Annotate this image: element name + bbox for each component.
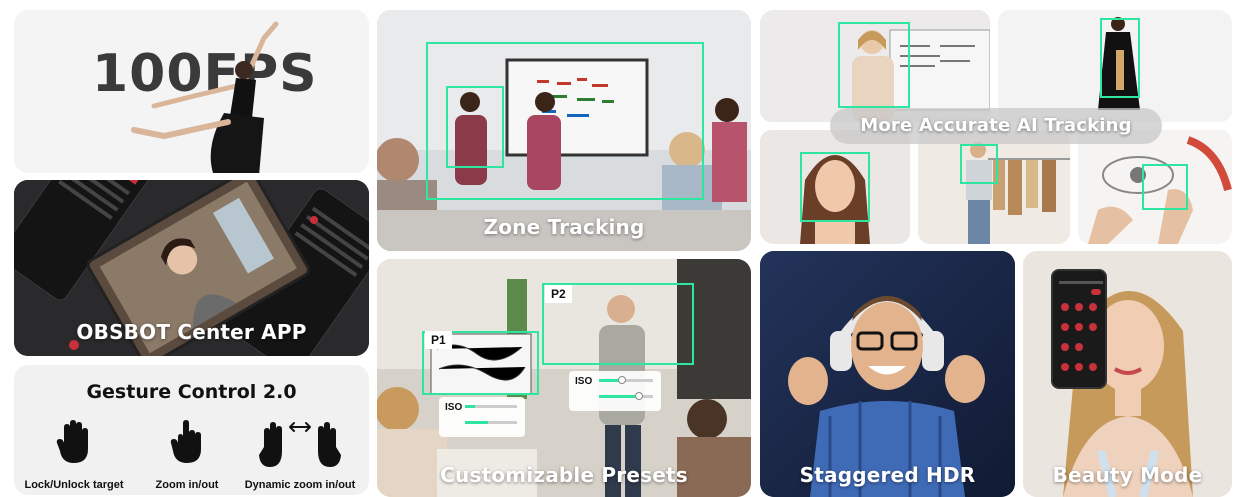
gesture-item-lock: Lock/Unlock target xyxy=(24,419,124,491)
iso-panel-1: ISO xyxy=(439,397,525,437)
gesture-label-dynamic: Dynamic zoom in/out xyxy=(244,479,356,491)
preset-p1-label: P1 xyxy=(425,331,452,349)
iso-slider-2b-thumb[interactable] xyxy=(634,392,643,400)
ai-caption-pill: More Accurate AI Tracking xyxy=(830,108,1162,144)
gesture-label-lock: Lock/Unlock target xyxy=(24,479,124,491)
beauty-toggle[interactable] xyxy=(1091,289,1101,295)
two-hands-zoom-icon xyxy=(259,422,341,467)
pointing-hand-icon xyxy=(170,420,201,463)
iso-slider-1-track[interactable] xyxy=(465,405,517,408)
rack-tracking-box xyxy=(960,144,998,184)
iso-slider-1b-track[interactable] xyxy=(465,421,517,424)
presenter-tracking-box xyxy=(838,22,910,108)
iso-label-1: ISO xyxy=(445,402,463,413)
beauty-tile: Beauty Mode xyxy=(1023,251,1232,497)
model-tracking-box xyxy=(1100,18,1140,98)
hdr-tile: Staggered HDR xyxy=(760,251,1015,497)
ai-photo-drawing xyxy=(1078,130,1232,244)
ai-photo-model xyxy=(998,10,1232,122)
iso-label-2: ISO xyxy=(575,376,593,387)
ballet-dancer-figure xyxy=(131,21,279,173)
gesture-item-dynamic-zoom: Dynamic zoom in/out xyxy=(245,419,355,491)
beauty-phone-mockup xyxy=(1051,269,1107,389)
ai-caption: More Accurate AI Tracking xyxy=(860,115,1132,136)
zone-caption: Zone Tracking xyxy=(483,215,645,239)
ai-photo-face xyxy=(760,130,910,244)
hdr-caption: Staggered HDR xyxy=(799,463,976,487)
fps-tile: 100FPS xyxy=(14,10,369,173)
gesture-title: Gesture Control 2.0 xyxy=(86,381,297,403)
raised-hand-icon xyxy=(56,420,88,463)
ai-tracking-tile: More Accurate AI Tracking xyxy=(760,10,1232,244)
hdr-gamer-scene xyxy=(760,251,1015,497)
person-tracking-box xyxy=(446,86,504,168)
presets-caption: Customizable Presets xyxy=(440,463,688,487)
iso-slider-2-track[interactable] xyxy=(599,376,653,384)
iso-slider-2b-track[interactable] xyxy=(599,392,653,400)
face-tracking-box xyxy=(800,152,870,222)
iso-panel-2: ISO xyxy=(569,371,661,411)
preset-p2-label: P2 xyxy=(545,285,572,303)
zone-tracking-tile: Zone Tracking xyxy=(377,10,751,251)
gesture-item-zoom: Zoom in/out xyxy=(156,419,218,491)
presets-tile: P1 P2 ISO ISO Customizable Presets xyxy=(377,259,751,497)
obsbot-app-tile: OBSBOT Center APP xyxy=(14,180,369,356)
gesture-label-zoom: Zoom in/out xyxy=(155,479,219,491)
app-caption: OBSBOT Center APP xyxy=(76,320,307,344)
ai-photo-rack xyxy=(918,130,1070,244)
iso-slider-2-thumb[interactable] xyxy=(618,376,627,384)
gesture-control-tile: Gesture Control 2.0 Lock/Unlock target Z… xyxy=(14,365,369,495)
beauty-caption: Beauty Mode xyxy=(1052,463,1203,487)
drawing-tracking-box xyxy=(1142,164,1188,210)
ai-photo-presenter xyxy=(760,10,990,122)
